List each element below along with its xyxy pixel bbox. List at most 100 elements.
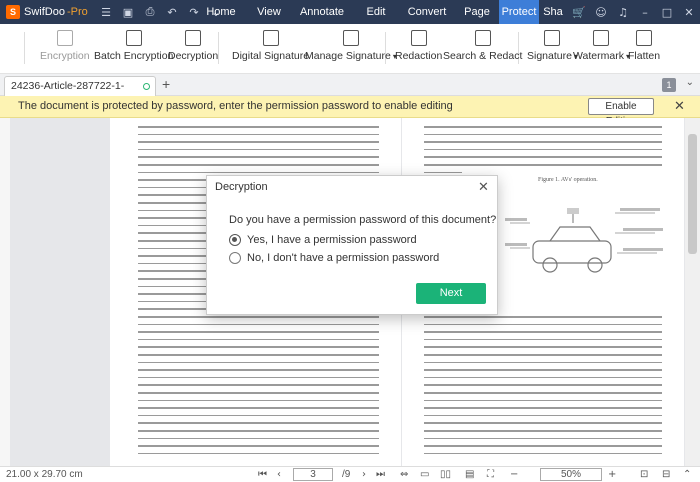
text-line bbox=[138, 148, 379, 151]
protect-ribbon: Encryption Batch Encryption Decryption Digi… bbox=[0, 24, 700, 74]
ribbon-signature-button[interactable]: Signature ▾ bbox=[527, 28, 578, 68]
fit-width-page-icon[interactable]: ⊟ bbox=[662, 469, 670, 480]
menu-item-annotate[interactable]: Annotate bbox=[291, 0, 353, 24]
menu-icon[interactable]: ☰ bbox=[95, 6, 117, 19]
option-no-radio[interactable]: No, I don't have a permission password bbox=[229, 252, 439, 264]
menu-item-edit[interactable]: Edit bbox=[353, 0, 399, 24]
text-line bbox=[138, 437, 379, 440]
scroll-mode-icon[interactable]: ▤ bbox=[465, 469, 474, 480]
menu-item-view[interactable]: View bbox=[247, 0, 291, 24]
collapse-icon[interactable]: ⌃ bbox=[683, 469, 691, 480]
zoom-out-icon[interactable]: − bbox=[510, 469, 518, 480]
zoom-select[interactable]: 50% bbox=[540, 468, 602, 481]
text-line bbox=[138, 331, 379, 333]
tab-list-chevron-icon[interactable]: ⌄ bbox=[686, 77, 694, 88]
text-line bbox=[138, 452, 379, 455]
ribbon-item-label: Redaction bbox=[395, 50, 443, 62]
dialog-close-icon[interactable]: ✕ bbox=[478, 179, 489, 195]
search-redact-icon bbox=[474, 30, 491, 46]
signature-icon bbox=[544, 30, 561, 46]
text-line bbox=[424, 384, 662, 386]
banner-close-icon[interactable]: ✕ bbox=[674, 98, 685, 114]
ribbon-item-label: Decryption bbox=[168, 50, 219, 62]
text-line bbox=[424, 141, 662, 143]
next-button[interactable]: Next bbox=[416, 283, 486, 304]
print-icon[interactable]: ⎙ bbox=[139, 5, 161, 19]
text-line bbox=[424, 445, 662, 447]
double-page-icon[interactable]: ▯▯ bbox=[440, 469, 451, 480]
text-line bbox=[424, 437, 662, 440]
vertical-scrollbar[interactable] bbox=[685, 118, 700, 466]
cart-icon[interactable]: 🛒 bbox=[568, 6, 590, 19]
batch-encryption-icon bbox=[125, 30, 142, 46]
scrollbar-thumb[interactable] bbox=[688, 134, 697, 254]
text-line bbox=[138, 164, 379, 166]
text-line bbox=[138, 369, 379, 371]
ribbon-item-label: Flatten bbox=[628, 50, 661, 62]
ribbon-watermark-button[interactable]: Watermark ▾ bbox=[573, 28, 630, 68]
single-page-icon[interactable]: ▭ bbox=[420, 469, 429, 480]
text-line bbox=[138, 445, 379, 447]
text-line bbox=[424, 399, 662, 402]
next-page-icon[interactable]: › bbox=[362, 469, 366, 480]
ribbon-decryption-button[interactable]: Decryption bbox=[168, 28, 218, 68]
app-logo: S SwifDoo -Pro bbox=[0, 0, 95, 24]
save-icon[interactable]: ▣ bbox=[117, 6, 139, 19]
prev-page-icon[interactable]: ‹ bbox=[277, 469, 281, 480]
menu-item-convert[interactable]: Convert bbox=[399, 0, 455, 24]
current-page-input[interactable]: 3 bbox=[293, 468, 333, 481]
first-page-icon[interactable]: ⏮ bbox=[258, 469, 267, 480]
password-banner: The document is protected by password, e… bbox=[0, 96, 700, 127]
maximize-icon[interactable]: □ bbox=[656, 6, 678, 19]
text-line bbox=[138, 156, 379, 158]
text-line bbox=[138, 361, 379, 364]
fullscreen-icon[interactable]: ⛶ bbox=[487, 469, 494, 480]
page-size: 21.00 x 29.70 cm bbox=[6, 469, 83, 480]
minimize-icon[interactable]: – bbox=[634, 6, 656, 19]
text-line bbox=[138, 338, 379, 341]
text-line bbox=[424, 369, 662, 371]
swifdoo-logo-icon: S bbox=[6, 5, 20, 19]
menu-item-home[interactable]: Home bbox=[195, 0, 247, 24]
menu-item-sha[interactable]: Sha bbox=[539, 0, 567, 24]
ribbon-encryption-button[interactable]: Encryption bbox=[40, 28, 90, 68]
text-line bbox=[424, 316, 662, 318]
undo-icon[interactable]: ↶ bbox=[161, 6, 183, 19]
close-icon[interactable]: ✕ bbox=[678, 6, 700, 19]
fit-page-icon[interactable]: ⊡ bbox=[640, 469, 648, 480]
text-line bbox=[138, 399, 379, 402]
redaction-icon bbox=[410, 30, 427, 46]
text-line bbox=[424, 126, 662, 128]
ribbon-batch-encryption-button[interactable]: Batch Encryption bbox=[94, 28, 173, 68]
user-icon[interactable]: ☺ bbox=[590, 6, 612, 19]
zoom-in-icon[interactable]: + bbox=[608, 469, 616, 480]
ribbon-redaction-button[interactable]: Redaction bbox=[395, 28, 442, 68]
text-line bbox=[138, 422, 379, 424]
figure-av-diagram bbox=[505, 208, 663, 273]
ribbon-item-label: Manage Signature bbox=[305, 50, 391, 62]
menu-item-protect[interactable]: Protect bbox=[499, 0, 539, 24]
dialog-title: Decryption bbox=[215, 181, 268, 193]
figure-caption: Figure 1. AVs' operation. bbox=[538, 177, 598, 183]
last-page-icon[interactable]: ⏭ bbox=[376, 469, 385, 480]
ribbon-digital-signature-button[interactable]: Digital Signature bbox=[232, 28, 309, 68]
text-line bbox=[424, 430, 662, 432]
ribbon-flatten-button[interactable]: Flatten bbox=[628, 28, 660, 68]
manage-signature-icon bbox=[342, 30, 359, 46]
banner-message: The document is protected by password, e… bbox=[18, 100, 453, 112]
text-line bbox=[138, 384, 379, 386]
text-line bbox=[138, 171, 379, 174]
ribbon-search-redact-button[interactable]: Search & Redact bbox=[443, 28, 522, 68]
ribbon-manage-signature-button[interactable]: Manage Signature ▾ bbox=[305, 28, 397, 68]
bell-icon[interactable]: ♫ bbox=[612, 6, 634, 19]
fit-width-icon[interactable]: ⇔ bbox=[400, 469, 408, 480]
enable-editing-button[interactable]: Enable Editing bbox=[588, 98, 654, 127]
text-line bbox=[138, 414, 379, 417]
document-tab[interactable]: 24236-Article-287722-1-10...pdf(l bbox=[4, 76, 156, 110]
ribbon-item-label: Signature bbox=[527, 50, 572, 62]
menu-item-page[interactable]: Page bbox=[455, 0, 499, 24]
total-pages: /9 bbox=[342, 469, 351, 480]
option-yes-radio[interactable]: Yes, I have a permission password bbox=[229, 234, 417, 246]
new-tab-icon[interactable]: + bbox=[162, 76, 170, 92]
flatten-icon bbox=[636, 30, 653, 46]
